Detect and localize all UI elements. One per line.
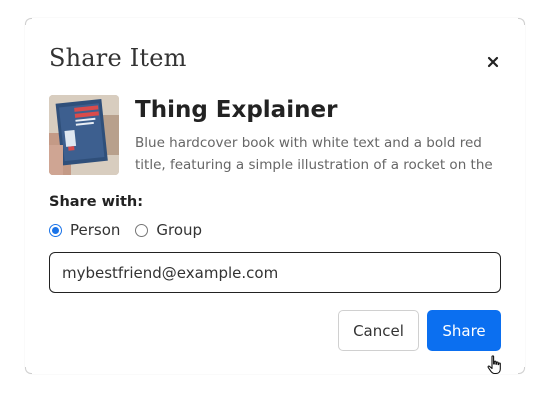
person-radio[interactable] <box>49 223 62 237</box>
email-input[interactable] <box>49 252 501 293</box>
group-radio-label: Group <box>156 221 203 239</box>
group-radio[interactable] <box>135 223 149 237</box>
share-modal: Share Item Thing Explainer Blue hardcove… <box>25 18 525 375</box>
shared-item: Thing Explainer Blue hardcover book with… <box>49 95 501 175</box>
hand-pointer-cursor-icon <box>487 355 501 375</box>
book-cover-image <box>49 95 119 175</box>
page: Share Item Thing Explainer Blue hardcove… <box>0 0 558 400</box>
cancel-button[interactable]: Cancel <box>338 310 419 351</box>
modal-corner <box>518 367 525 374</box>
close-icon <box>487 56 499 68</box>
item-description: Blue hardcover book with white text and … <box>135 135 493 173</box>
item-title: Thing Explainer <box>135 97 338 123</box>
share-button[interactable]: Share <box>427 310 501 351</box>
close-button[interactable] <box>480 51 506 73</box>
person-radio-label: Person <box>70 221 121 239</box>
radio-option-group[interactable]: Group <box>135 221 202 239</box>
modal-corner <box>25 18 32 25</box>
radio-option-person[interactable]: Person <box>49 221 120 239</box>
modal-corner <box>25 367 32 374</box>
share-with-label: Share with: <box>49 194 144 210</box>
modal-title: Share Item <box>49 44 187 72</box>
modal-corner <box>518 18 525 25</box>
share-type-radio-group: Person Group <box>49 221 202 239</box>
